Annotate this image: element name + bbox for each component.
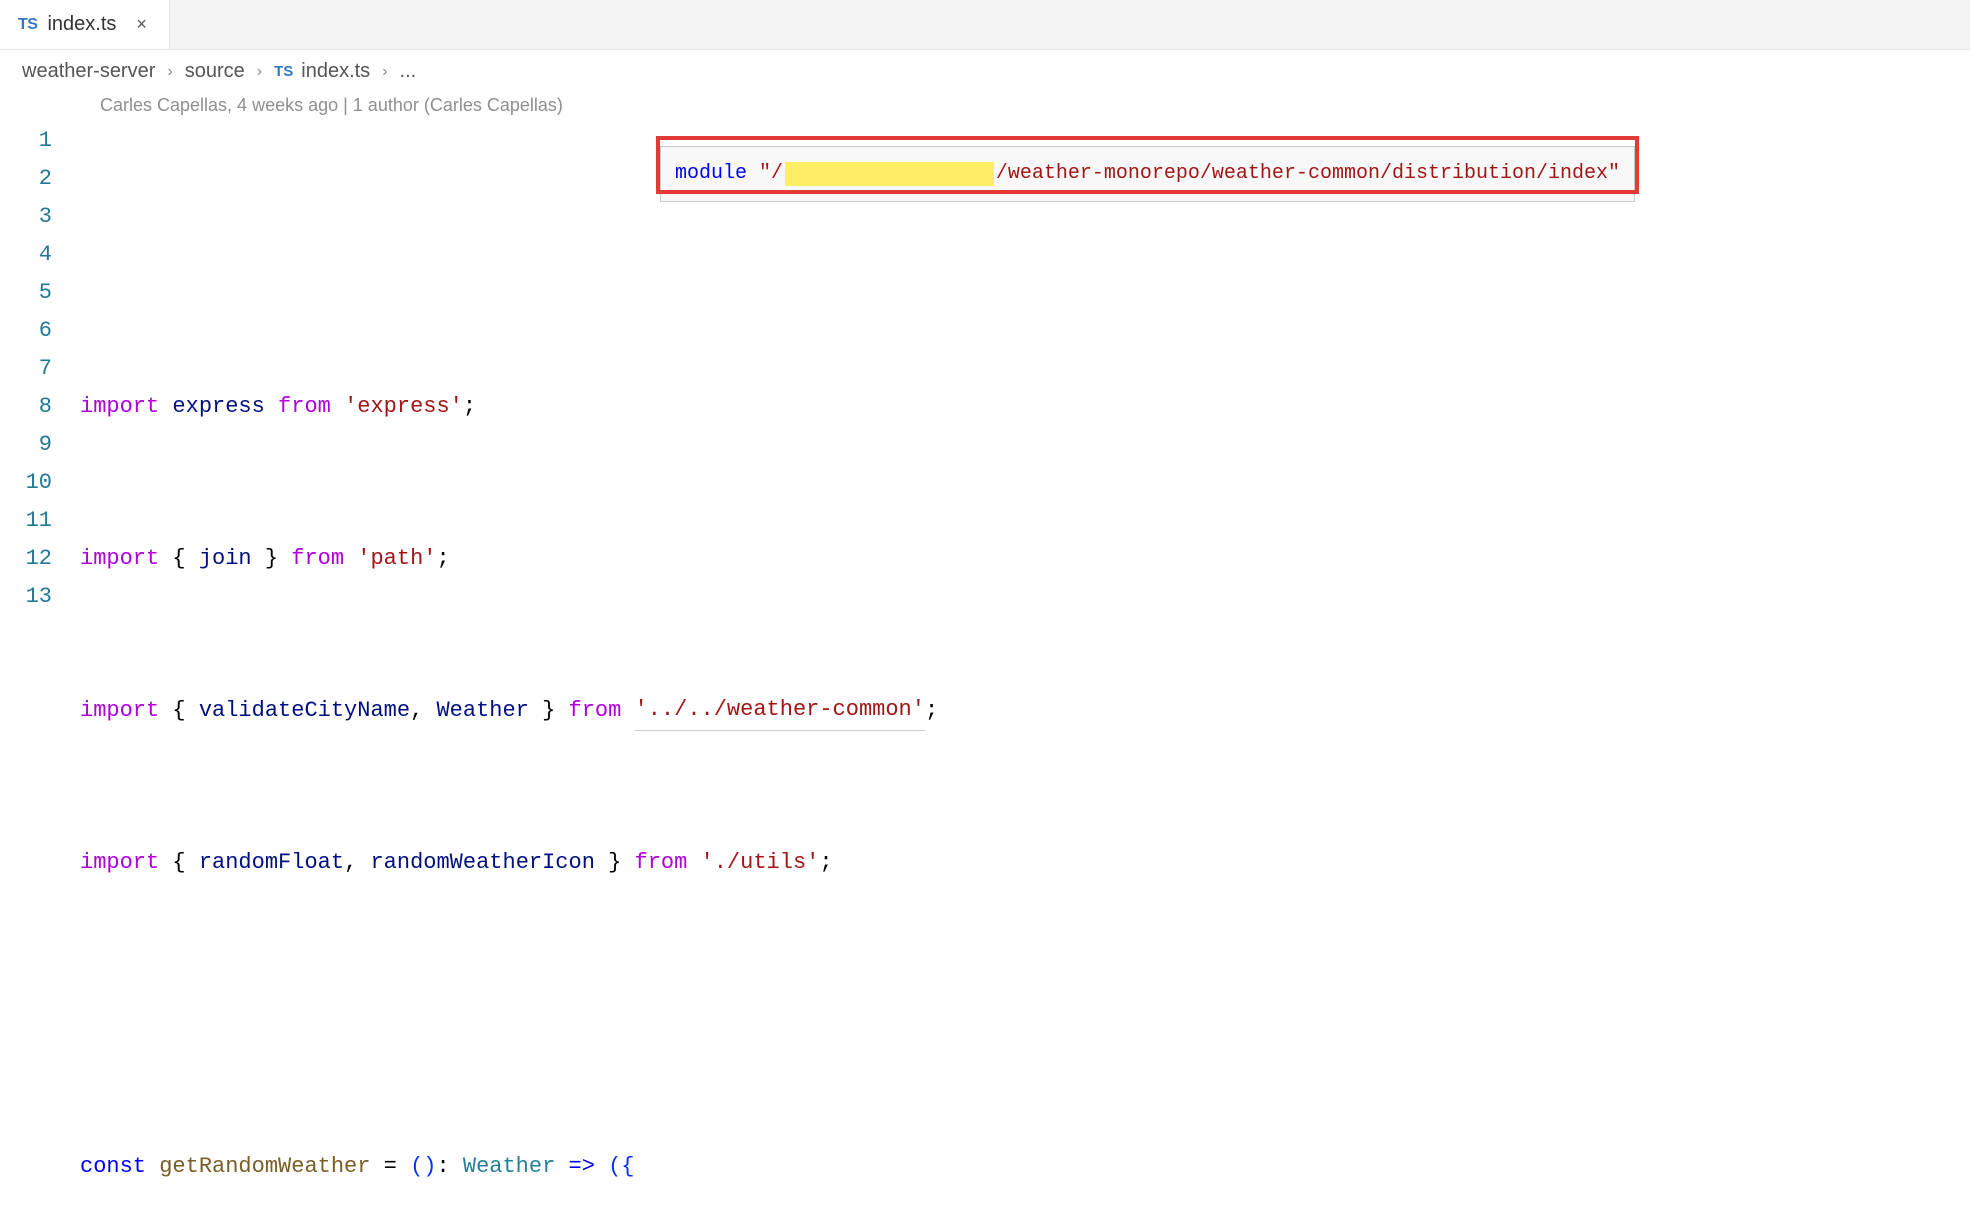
token xyxy=(331,388,344,426)
line-number: 2 xyxy=(0,160,52,198)
breadcrumb[interactable]: weather-server › source › TS index.ts › … xyxy=(0,50,1970,93)
token-string: '../../weather-common' xyxy=(635,691,925,731)
code-editor[interactable]: 1 2 3 4 5 6 7 8 9 10 11 12 13 module "/ /… xyxy=(0,122,1970,1208)
line-number: 8 xyxy=(0,388,52,426)
line-number: 11 xyxy=(0,502,52,540)
code-line[interactable]: import { validateCityName, Weather } fro… xyxy=(80,692,1970,730)
line-number: 7 xyxy=(0,350,52,388)
tab-bar: TS index.ts × xyxy=(0,0,1970,50)
code-content[interactable]: module "/ /weather-monorepo/weather-commo… xyxy=(80,122,1970,1208)
token-identifier: express xyxy=(172,388,264,426)
line-number: 5 xyxy=(0,274,52,312)
token: : xyxy=(436,1148,462,1186)
chevron-right-icon: › xyxy=(257,63,262,81)
token-string: 'express' xyxy=(344,388,463,426)
breadcrumb-symbol[interactable]: ... xyxy=(400,60,417,83)
line-number: 9 xyxy=(0,426,52,464)
token: ; xyxy=(436,540,449,578)
code-line[interactable] xyxy=(80,996,1970,1034)
token: , xyxy=(410,692,436,730)
breadcrumb-file[interactable]: TS index.ts xyxy=(274,60,370,83)
hover-slash: / xyxy=(771,155,783,193)
token xyxy=(146,1148,159,1186)
code-line[interactable]: import { randomFloat, randomWeatherIcon … xyxy=(80,844,1970,882)
token-identifier: validateCityName xyxy=(199,692,410,730)
line-number: 6 xyxy=(0,312,52,350)
typescript-icon: TS xyxy=(18,16,37,34)
token: } xyxy=(252,540,292,578)
token-keyword: from xyxy=(291,540,344,578)
token-string: 'path' xyxy=(357,540,436,578)
chevron-right-icon: › xyxy=(382,63,387,81)
token: { xyxy=(159,540,199,578)
token-keyword: from xyxy=(278,388,331,426)
token xyxy=(265,388,278,426)
breadcrumb-file-label: index.ts xyxy=(301,60,370,83)
token: , xyxy=(344,844,370,882)
hover-path: /weather-monorepo/weather-common/distrib… xyxy=(996,155,1620,193)
line-number: 12 xyxy=(0,540,52,578)
token: { xyxy=(159,692,199,730)
token: ; xyxy=(925,692,938,730)
token-identifier: join xyxy=(199,540,252,578)
line-number: 13 xyxy=(0,578,52,616)
typescript-icon: TS xyxy=(274,63,293,80)
token xyxy=(159,388,172,426)
line-number: 10 xyxy=(0,464,52,502)
token-keyword: import xyxy=(80,692,159,730)
token-keyword: from xyxy=(569,692,622,730)
breadcrumb-folder[interactable]: source xyxy=(185,60,245,83)
line-number: 4 xyxy=(0,236,52,274)
gitlens-line-annotation: Carles Capellas, 4 weeks ago | 1 author … xyxy=(0,93,1970,122)
line-number-gutter: 1 2 3 4 5 6 7 8 9 10 11 12 13 xyxy=(0,122,80,1208)
token-arrow: => xyxy=(555,1148,608,1186)
token-keyword: from xyxy=(635,844,688,882)
token-keyword: const xyxy=(80,1148,146,1186)
token xyxy=(687,844,700,882)
token: { xyxy=(159,844,199,882)
token-keyword: import xyxy=(80,844,159,882)
close-icon[interactable]: × xyxy=(132,10,151,39)
token: () xyxy=(410,1148,436,1186)
token: = xyxy=(370,1148,410,1186)
token-keyword: import xyxy=(80,388,159,426)
token-keyword: import xyxy=(80,540,159,578)
token: } xyxy=(529,692,569,730)
token-identifier: randomFloat xyxy=(199,844,344,882)
code-line[interactable]: const getRandomWeather = (): Weather => … xyxy=(80,1148,1970,1186)
line-number: 1 xyxy=(0,122,52,160)
token: ; xyxy=(463,388,476,426)
token xyxy=(344,540,357,578)
token: ; xyxy=(819,844,832,882)
redacted-highlight xyxy=(785,162,994,186)
hover-keyword: module xyxy=(675,155,747,193)
code-line[interactable]: import { join } from 'path'; xyxy=(80,540,1970,578)
token-type: Weather xyxy=(463,1148,555,1186)
token xyxy=(621,692,634,730)
line-number: 3 xyxy=(0,198,52,236)
chevron-right-icon: › xyxy=(167,63,172,81)
token-identifier: randomWeatherIcon xyxy=(370,844,594,882)
code-line[interactable]: import express from 'express'; xyxy=(80,388,1970,426)
token: ({ xyxy=(608,1148,634,1186)
tab-index-ts[interactable]: TS index.ts × xyxy=(0,0,170,49)
tab-label: index.ts xyxy=(47,13,116,36)
breadcrumb-folder[interactable]: weather-server xyxy=(22,60,155,83)
hover-tooltip: module "/ /weather-monorepo/weather-commo… xyxy=(660,146,1635,202)
hover-quote: " xyxy=(747,155,771,193)
token: } xyxy=(595,844,635,882)
token-function: getRandomWeather xyxy=(159,1148,370,1186)
token-identifier: Weather xyxy=(436,692,528,730)
token-string: './utils' xyxy=(701,844,820,882)
